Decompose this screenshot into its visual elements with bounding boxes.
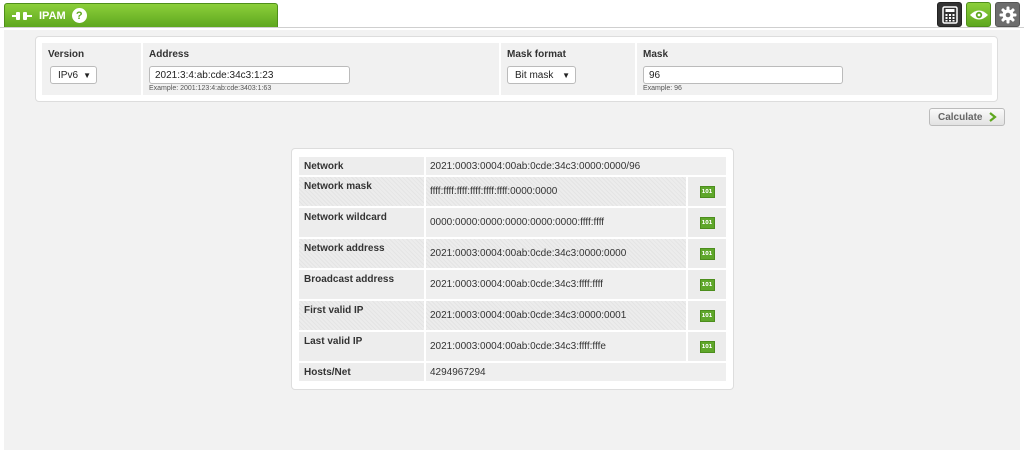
binary-button-cell: 101 xyxy=(688,332,726,361)
mask-cell: Mask 96 Example: 96 xyxy=(637,43,992,95)
calculate-button-label: Calculate xyxy=(938,111,983,123)
address-input[interactable]: 2021:3:4:ab:cde:34c3:1:23 xyxy=(149,66,350,84)
result-label: Last valid IP xyxy=(299,332,424,361)
mask-input-value: 96 xyxy=(649,69,661,81)
table-row: Network 2021:0003:0004:00ab:0cde:34c3:00… xyxy=(299,157,726,175)
result-value: 4294967294 xyxy=(426,363,726,381)
ip-form: Version IPv6 ▼ Address 2021:3:4:ab:cde:3… xyxy=(35,36,998,102)
mask-input[interactable]: 96 xyxy=(643,66,843,84)
binary-button-cell: 101 xyxy=(688,177,726,206)
result-value: 2021:0003:0004:00ab:0cde:34c3:ffff:ffff xyxy=(426,270,686,299)
result-label: Network address xyxy=(299,239,424,268)
address-cell: Address 2021:3:4:ab:cde:34c3:1:23 Exampl… xyxy=(143,43,499,95)
mask-format-label: Mask format xyxy=(507,49,566,60)
binary-icon[interactable]: 101 xyxy=(699,185,715,198)
table-row: Broadcast address 2021:0003:0004:00ab:0c… xyxy=(299,270,726,299)
version-select[interactable]: IPv6 ▼ xyxy=(50,66,97,84)
mask-label: Mask xyxy=(643,49,669,60)
help-icon[interactable]: ? xyxy=(71,8,87,23)
chevron-down-icon: ▼ xyxy=(562,71,570,80)
mask-example: Example: 96 xyxy=(643,85,682,92)
chevron-down-icon: ▼ xyxy=(83,71,91,80)
result-value: 2021:0003:0004:00ab:0cde:34c3:0000:0000/… xyxy=(426,157,726,175)
binary-button-cell: 101 xyxy=(688,239,726,268)
binary-icon[interactable]: 101 xyxy=(699,309,715,322)
table-row: Network mask ffff:ffff:ffff:ffff:ffff:ff… xyxy=(299,177,726,206)
result-value: 2021:0003:0004:00ab:0cde:34c3:0000:0001 xyxy=(426,301,686,330)
binary-icon[interactable]: 101 xyxy=(699,216,715,229)
mask-format-select-value: Bit mask xyxy=(515,69,554,81)
tab-title: IPAM xyxy=(39,9,66,22)
result-label: Network xyxy=(299,157,424,175)
address-label: Address xyxy=(149,49,190,60)
result-value: 0000:0000:0000:0000:0000:0000:ffff:ffff xyxy=(426,208,686,237)
results-table: Network 2021:0003:0004:00ab:0cde:34c3:00… xyxy=(291,148,734,390)
version-select-value: IPv6 xyxy=(58,69,79,81)
address-input-value: 2021:3:4:ab:cde:34c3:1:23 xyxy=(155,69,274,81)
main-panel: Version IPv6 ▼ Address 2021:3:4:ab:cde:3… xyxy=(4,30,1020,450)
table-row: Last valid IP 2021:0003:0004:00ab:0cde:3… xyxy=(299,332,726,361)
result-label: Network mask xyxy=(299,177,424,206)
binary-icon[interactable]: 101 xyxy=(699,340,715,353)
binary-button-cell: 101 xyxy=(688,208,726,237)
arrow-right-icon xyxy=(988,112,998,122)
top-bar: IPAM ? xyxy=(0,0,1024,28)
version-label: Version xyxy=(48,49,85,60)
result-value: ffff:ffff:ffff:ffff:ffff:ffff:0000:0000 xyxy=(426,177,686,206)
result-value: 2021:0003:0004:00ab:0cde:34c3:0000:0000 xyxy=(426,239,686,268)
result-value: 2021:0003:0004:00ab:0cde:34c3:ffff:fffe xyxy=(426,332,686,361)
calculate-button[interactable]: Calculate xyxy=(929,108,1005,126)
gear-icon[interactable] xyxy=(995,2,1020,27)
result-label: Network wildcard xyxy=(299,208,424,237)
binary-button-cell: 101 xyxy=(688,301,726,330)
mask-format-select[interactable]: Bit mask ▼ xyxy=(507,66,576,84)
address-example: Example: 2001:123:4:ab:cde:3403:1:63 xyxy=(149,85,272,92)
result-label: Broadcast address xyxy=(299,270,424,299)
eye-icon[interactable] xyxy=(966,2,991,27)
table-row: Hosts/Net 4294967294 xyxy=(299,363,726,381)
plug-icon xyxy=(12,9,32,23)
binary-button-cell: 101 xyxy=(688,270,726,299)
binary-icon[interactable]: 101 xyxy=(699,278,715,291)
result-label: Hosts/Net xyxy=(299,363,424,381)
tab-ipam[interactable]: IPAM ? xyxy=(4,3,278,27)
top-icons xyxy=(937,2,1020,27)
result-label: First valid IP xyxy=(299,301,424,330)
calculator-icon[interactable] xyxy=(937,2,962,27)
mask-format-cell: Mask format Bit mask ▼ xyxy=(501,43,635,95)
version-cell: Version IPv6 ▼ xyxy=(42,43,141,95)
table-row: Network wildcard 0000:0000:0000:0000:000… xyxy=(299,208,726,237)
table-row: Network address 2021:0003:0004:00ab:0cde… xyxy=(299,239,726,268)
binary-icon[interactable]: 101 xyxy=(699,247,715,260)
table-row: First valid IP 2021:0003:0004:00ab:0cde:… xyxy=(299,301,726,330)
